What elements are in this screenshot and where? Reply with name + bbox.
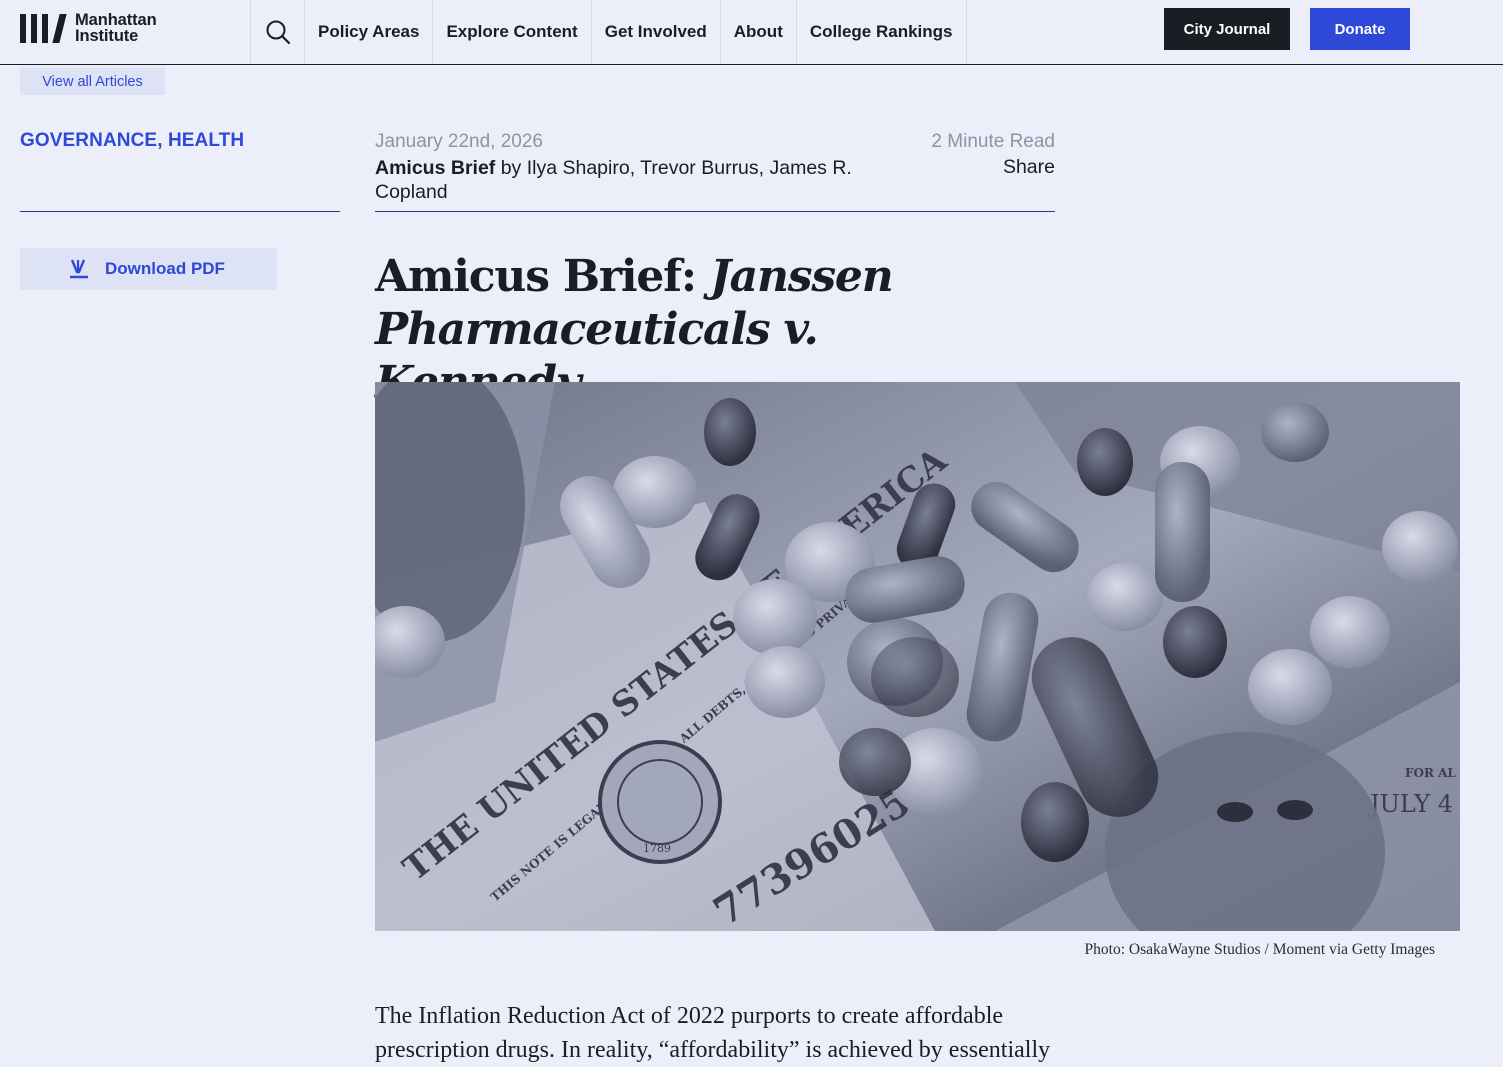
download-pdf-button[interactable]: Download PDF xyxy=(20,248,277,290)
pills-and-money-illustration: THE UNITED STATES OF AMERICA THIS NOTE I… xyxy=(375,382,1460,931)
nav-get-involved[interactable]: Get Involved xyxy=(590,0,720,64)
nav-college-rankings[interactable]: College Rankings xyxy=(795,0,967,64)
manhattan-institute-logo[interactable]: Manhattan Institute xyxy=(20,12,157,44)
hero-image: THE UNITED STATES OF AMERICA THIS NOTE I… xyxy=(375,382,1460,931)
byline: Amicus Brief by Ilya Shapiro, Trevor Bur… xyxy=(375,156,875,204)
search-icon xyxy=(266,20,290,45)
nav-about[interactable]: About xyxy=(719,0,796,64)
download-pdf-label: Download PDF xyxy=(105,259,225,278)
view-all-articles-link[interactable]: View all Articles xyxy=(20,68,165,95)
content-type[interactable]: Amicus Brief xyxy=(375,157,495,179)
svg-text:JULY 4: JULY 4 xyxy=(1367,790,1453,818)
logo-mark-icon xyxy=(20,13,67,43)
main-nav: Policy Areas Explore Content Get Involve… xyxy=(250,0,967,64)
logo-line-2: Institute xyxy=(75,27,139,45)
svg-text:FOR AL: FOR AL xyxy=(1405,766,1456,780)
svg-text:1789: 1789 xyxy=(643,842,671,855)
left-divider xyxy=(20,211,340,212)
article-body: The Inflation Reduction Act of 2022 purp… xyxy=(375,1003,1051,1063)
nav-explore-content[interactable]: Explore Content xyxy=(432,0,590,64)
logo-text: Manhattan Institute xyxy=(75,11,157,45)
topic-separator: , xyxy=(157,130,168,151)
read-time: 2 Minute Read xyxy=(931,131,1055,152)
nav-policy-areas[interactable]: Policy Areas xyxy=(304,0,432,64)
download-icon xyxy=(70,259,88,279)
logo-line-1: Manhattan xyxy=(75,11,157,29)
share-button[interactable]: Share xyxy=(1003,156,1055,179)
publish-date: January 22nd, 2026 xyxy=(375,131,543,152)
site-header: Manhattan Institute Policy Areas Explore… xyxy=(0,0,1503,65)
search-button[interactable] xyxy=(250,0,304,64)
meta-divider xyxy=(375,211,1055,212)
topic-governance[interactable]: GOVERNANCE xyxy=(20,130,157,151)
donate-button[interactable]: Donate xyxy=(1310,8,1410,50)
topic-health[interactable]: HEALTH xyxy=(168,130,244,151)
image-caption: Photo: OsakaWayne Studios / Moment via G… xyxy=(1084,941,1435,958)
topic-tags: GOVERNANCE, HEALTH xyxy=(20,130,244,152)
title-plain: Amicus Brief: xyxy=(375,251,711,302)
city-journal-button[interactable]: City Journal xyxy=(1164,8,1290,50)
